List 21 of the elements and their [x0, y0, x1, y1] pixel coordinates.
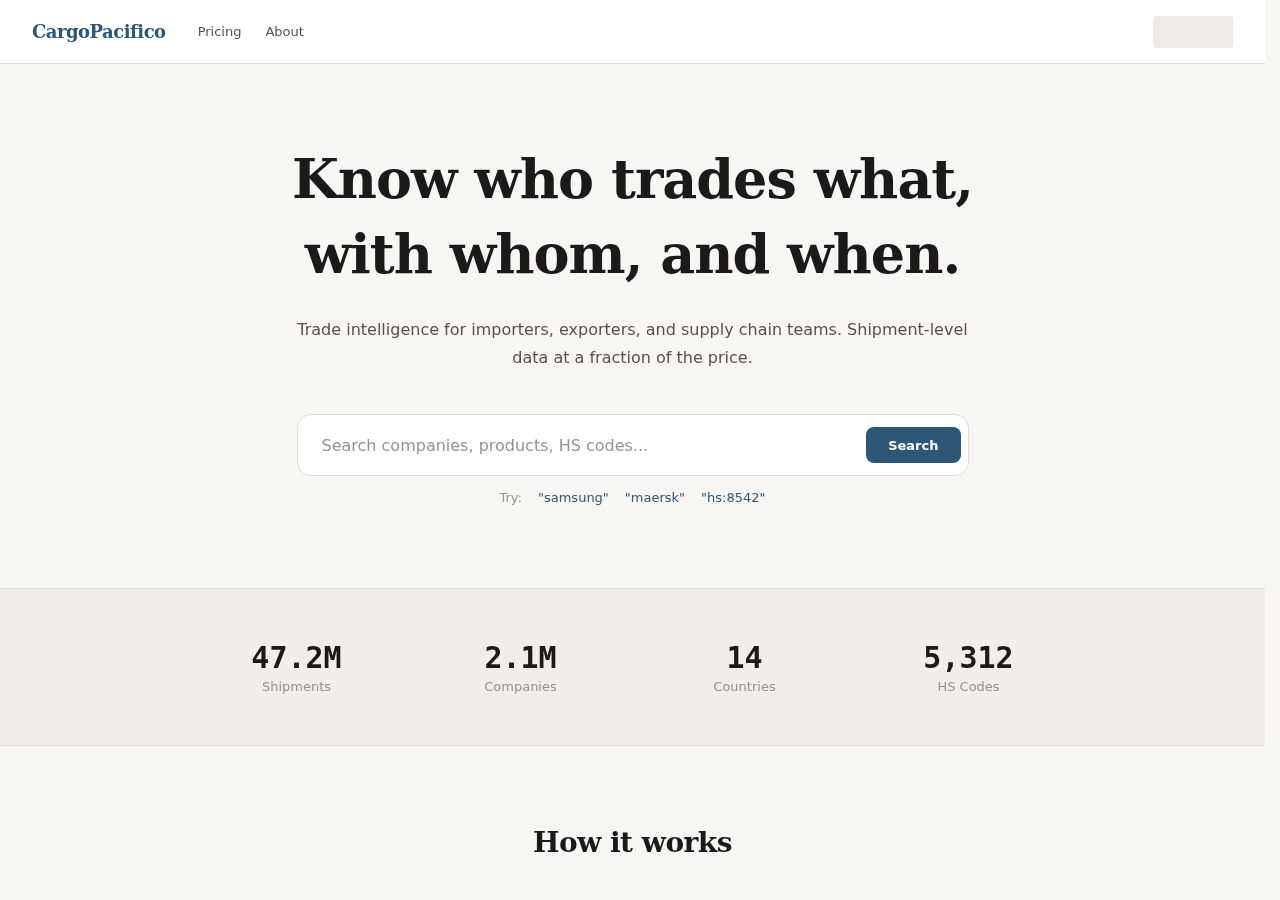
suggestion-link[interactable]: "hs:8542" — [701, 490, 766, 505]
search-field[interactable]: Search companies, products, HS codes... Search — [296, 414, 969, 476]
try-label: Try: — [499, 490, 522, 505]
stat-label: Companies — [484, 679, 557, 694]
nav-link[interactable]: Pricing — [197, 24, 242, 39]
suggestion-link[interactable]: "maersk" — [624, 490, 686, 505]
nav-link[interactable]: About — [265, 24, 304, 39]
search-button[interactable]: Search — [866, 427, 961, 463]
logo[interactable]: CargoPacifico — [32, 21, 166, 42]
stat-value: 47.2M — [251, 640, 342, 675]
suggestion-link[interactable]: "samsung" — [538, 490, 609, 505]
stat-label: Shipments — [261, 679, 332, 694]
stat-label: Countries — [713, 679, 776, 694]
nav-button[interactable] — [1153, 15, 1233, 48]
section-title: How it works — [533, 826, 732, 859]
stat-value: 2.1M — [484, 640, 557, 675]
hero-subtitle: Trade intelligence for importers, exporters, and supply chain teams. Shipment-level data at a fraction of the price. — [296, 319, 969, 369]
stat-label: HS Codes — [937, 679, 1000, 694]
stat-value: 5,312 — [923, 640, 1014, 675]
stat-value: 14 — [726, 640, 763, 675]
hero-title: Know who trades what, with whom, and when. — [291, 146, 974, 288]
